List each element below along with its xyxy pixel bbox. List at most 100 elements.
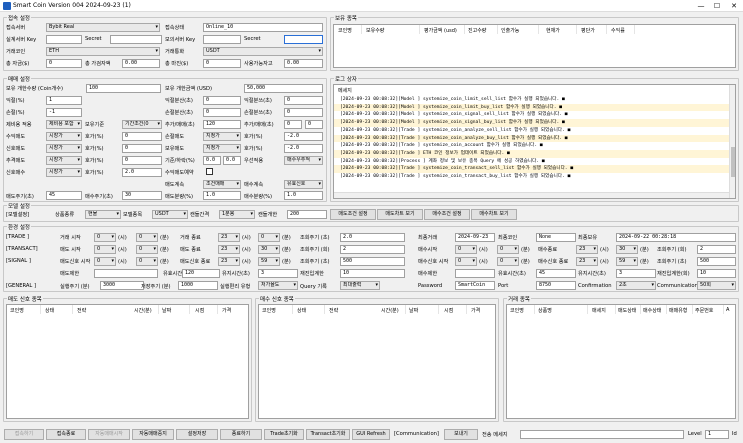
reentry-limit-input[interactable]: 10 (340, 269, 405, 278)
confirmation-select[interactable]: 2초 (616, 281, 656, 290)
trade-start-hour[interactable]: 0 (94, 233, 116, 242)
holdings-col-price[interactable]: 현재가 (546, 27, 560, 34)
orders-col-product[interactable]: 상품명 (538, 307, 552, 314)
loss-sell-rate-input[interactable]: -2.0 (284, 132, 323, 141)
period-input[interactable]: 2.0 (340, 233, 405, 242)
hold-time-input[interactable]: 3 (258, 269, 298, 278)
product-kind-select[interactable]: 현물 (85, 210, 121, 219)
base-drop2-input[interactable]: 0.0 (223, 156, 241, 165)
profit-sell-rate-input[interactable]: 0 (122, 132, 162, 141)
buysig-col-strategy[interactable]: 전략 (329, 307, 338, 314)
buy-sig-start-min[interactable]: 0 (497, 257, 519, 266)
sell-method-select[interactable]: 조건매매 (203, 180, 241, 189)
buysig-col-date[interactable]: 날짜 (409, 307, 418, 314)
hold-sell-rate-input[interactable]: -2.0 (284, 144, 323, 153)
profit-reserve-checkbox[interactable] (206, 168, 213, 175)
add-trade-input[interactable]: 120 (203, 120, 241, 129)
sell-end-min[interactable]: 30 (258, 245, 280, 254)
buy-qty-input[interactable]: 1.0 (284, 191, 323, 200)
send-message-input[interactable] (520, 430, 684, 439)
maximize-icon[interactable]: ☐ (709, 0, 725, 12)
profit-sell-select[interactable]: 시장가 (46, 132, 82, 141)
hold-qty-input[interactable]: 100 (86, 84, 161, 93)
buy-end-min[interactable]: 30 (616, 245, 638, 254)
trade-end-hour[interactable]: 23 (218, 233, 240, 242)
buy-signal-table[interactable]: 코인명 상태 전략 시간(분) 날짜 시점 가격 (258, 304, 496, 419)
buy-sig-end-hour[interactable]: 23 (576, 257, 598, 266)
api-key-input[interactable] (46, 35, 82, 44)
buy-sig-period-input[interactable]: 500 (697, 257, 736, 266)
buy-sig-end-min[interactable]: 59 (616, 257, 638, 266)
fee-select[interactable]: 제비용 포함 (46, 120, 82, 129)
add-trade2-input[interactable]: 0 (284, 120, 302, 129)
buy-count-input[interactable]: 2 (697, 245, 736, 254)
buy-valid-time-input[interactable]: 45 (536, 269, 576, 278)
sell-signal-table[interactable]: 코인명 상태 전략 시간(분) 날짜 시점 가격 (6, 304, 249, 419)
exit-button[interactable]: 종료하기 (220, 429, 262, 440)
sellsig-col-coin[interactable]: 코인명 (10, 307, 24, 314)
sig-start-hour[interactable]: 0 (94, 257, 116, 266)
sell-qty-input[interactable]: 1.0 (203, 191, 241, 200)
sellsig-col-strategy[interactable]: 전략 (77, 307, 86, 314)
sim-key-input[interactable] (203, 35, 241, 44)
holdings-col-avg[interactable]: 평단가 (581, 27, 595, 34)
holdings-col-qty[interactable]: 보유수량 (366, 27, 384, 34)
log-list[interactable]: 메세지 [2024-09-23 00:08:32][Model ] system… (333, 84, 736, 199)
sell-limit-input[interactable] (94, 269, 158, 278)
count-input[interactable]: 2 (340, 245, 405, 254)
save-settings-button[interactable]: 설정저장 (176, 429, 218, 440)
coin-select[interactable]: ETH (46, 47, 160, 56)
loss-input[interactable]: -1 (46, 108, 82, 117)
buy-sig-start-hour[interactable]: 0 (455, 257, 477, 266)
buy-method-select[interactable]: 유효신호 (284, 180, 323, 189)
profit-input[interactable]: 1 (46, 96, 82, 105)
exec-type-select[interactable]: 처가율도 (258, 281, 298, 290)
log-hscrollbar[interactable] (334, 192, 729, 198)
orders-col-buy-status[interactable]: 매수상태 (643, 307, 661, 314)
candle-interval-select[interactable]: 1분봉 (219, 210, 255, 219)
level-input[interactable]: 1 (705, 430, 729, 439)
sig-period-input[interactable]: 500 (340, 257, 405, 266)
chase-sell-rate-input[interactable]: 0 (122, 156, 162, 165)
model-coin-select[interactable]: USDT (152, 210, 188, 219)
log-scrollbar[interactable] (729, 85, 735, 198)
signal-buy-rate-input[interactable]: 2.0 (122, 168, 162, 177)
buy-start-min[interactable]: 0 (497, 245, 519, 254)
priority-select[interactable]: 매수우추적 (284, 156, 323, 165)
loss-sell-select[interactable]: 지정가 (203, 132, 241, 141)
api-secret-input[interactable] (110, 35, 162, 44)
send-button[interactable]: 보내기 (444, 429, 478, 440)
signal-sell-rate-input[interactable]: 0 (122, 144, 162, 153)
chase-sell-select[interactable]: 시장가 (46, 156, 82, 165)
sell-start-min[interactable]: 0 (136, 245, 158, 254)
connect-button[interactable]: 접속하기 (4, 429, 44, 440)
sig-start-min[interactable]: 0 (136, 257, 158, 266)
auto-stop-button[interactable]: 자동매매중지 (132, 429, 174, 440)
sell-condition-button[interactable]: 매도조건 설정 (330, 209, 376, 220)
holdings-col-return[interactable]: 수익률 (611, 27, 625, 34)
sim-secret-input[interactable] (284, 35, 323, 44)
orders-col-sell-status[interactable]: 매도상태 (618, 307, 636, 314)
sell-end-hour[interactable]: 23 (218, 245, 240, 254)
sell-start-hour[interactable]: 0 (94, 245, 116, 254)
sig-end-hour[interactable]: 23 (218, 257, 240, 266)
port-input[interactable]: 8750 (536, 281, 576, 290)
sellsig-col-price[interactable]: 가격 (222, 307, 231, 314)
hold-basis-select[interactable]: 기간조건(0 (122, 120, 162, 129)
minimize-icon[interactable]: — (693, 0, 709, 12)
signal-sell-select[interactable]: 시장가 (46, 144, 82, 153)
trade-reset-button[interactable]: Trade초기화 (264, 429, 304, 440)
buy-limit-input[interactable] (455, 269, 495, 278)
exec-cycle-input[interactable]: 3000 (100, 281, 144, 290)
buy-chart-button[interactable]: 매수차트 보기 (471, 209, 517, 220)
query-log-select[interactable]: 최대출력 (340, 281, 380, 290)
holdings-table[interactable]: 코인명 보유수량 평가금액 (usd) 진고수량 인출가능 현재가 평단가 수익… (333, 24, 736, 68)
buysig-col-point[interactable]: 시점 (444, 307, 453, 314)
close-icon[interactable]: ✕ (726, 0, 742, 12)
sellsig-col-status[interactable]: 상태 (45, 307, 54, 314)
orders-col-coin[interactable]: 코인명 (510, 307, 524, 314)
buysig-col-status[interactable]: 상태 (297, 307, 306, 314)
buy-cycle-input[interactable]: 30 (122, 191, 162, 200)
loss-split-input[interactable]: 0 (203, 108, 241, 117)
buy-reentry-input[interactable]: 10 (697, 269, 736, 278)
